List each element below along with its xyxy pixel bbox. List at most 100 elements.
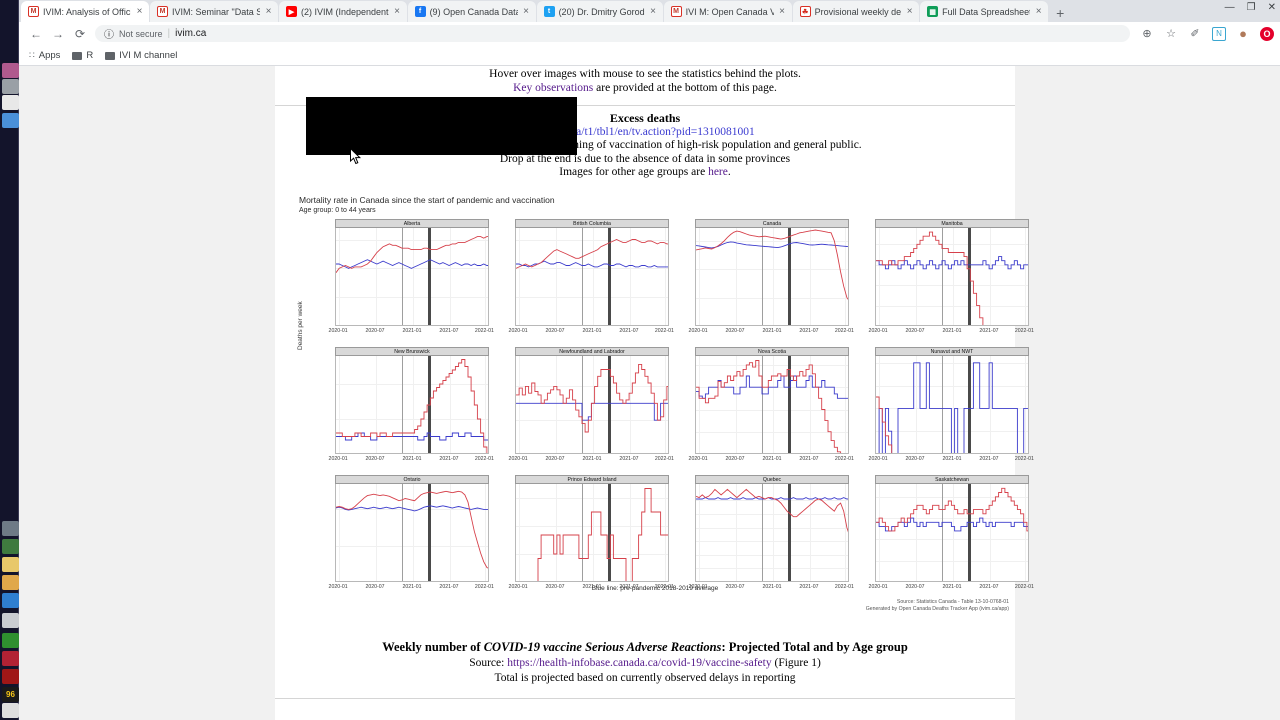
tab-close-icon[interactable]: × xyxy=(135,6,144,17)
facet-plot-area: 0204060 xyxy=(515,228,669,326)
dock-icon-camera-app[interactable] xyxy=(2,593,19,608)
mouse-cursor xyxy=(350,148,362,165)
tab-close-icon[interactable]: × xyxy=(264,6,273,17)
bottom-source-pre: Source: xyxy=(469,656,508,669)
here-link[interactable]: here xyxy=(708,166,728,178)
facet-panel-new-brunswick[interactable]: New Brunswick01020 2020-01 2020-07 2021-01 2… xyxy=(313,347,494,475)
dock-icon-windows-app[interactable] xyxy=(2,613,19,628)
opera-menu-icon[interactable]: O xyxy=(1260,26,1274,41)
x-tick-label: 2021-01 xyxy=(402,456,422,462)
facet-panel-british-columbia[interactable]: British Columbia0204060 2020-01 2020-07 202… xyxy=(493,219,674,347)
facet-panel-title: Nunavut and NWT xyxy=(875,347,1029,356)
forward-button[interactable]: → xyxy=(47,23,69,45)
desktop-dock[interactable]: 96 xyxy=(0,0,19,720)
tab-favicon-icon: ▦ xyxy=(927,6,939,17)
facet-panel-nunavut-and-nwt[interactable]: Nunavut and NWT0.00.51.01.52.0 2020-01 202… xyxy=(853,347,1034,475)
dock-icon-folder-app[interactable] xyxy=(2,575,19,590)
dock-icon-counter-96[interactable]: 96 xyxy=(2,687,19,702)
browser-tab-5[interactable]: M IVI M: Open Canada Vi × xyxy=(663,1,792,22)
minimize-button[interactable]: — xyxy=(1225,2,1235,13)
browser-tab-4[interactable]: t (20) Dr. Dmitry Gorod × xyxy=(536,1,663,22)
dock-icon-terminal-app[interactable] xyxy=(2,633,19,648)
health-infobase-link[interactable]: https://health-infobase.canada.ca/covid-… xyxy=(507,657,771,669)
facet-panel-saskatchewan[interactable]: Saskatchewan051015202020-012020-072021-0… xyxy=(853,475,1034,603)
dock-icon-video-call[interactable] xyxy=(2,113,19,128)
bookmarks-bar[interactable]: ∷ Apps R IVI M channel xyxy=(19,46,1280,66)
bookmark-folder-r[interactable]: R xyxy=(72,50,93,61)
redaction-overlay xyxy=(306,97,577,155)
address-bar[interactable]: ⓘ Not secure | ivim.ca xyxy=(95,25,1130,42)
facet-panel-nova-scotia[interactable]: Nova Scotia02468 2020-01 2020-07 2021-01 202… xyxy=(673,347,854,475)
facet-panel-title: Quebec xyxy=(695,475,849,484)
series-lines xyxy=(516,363,668,433)
facet-panel-alberta[interactable]: Alberta0204060 2020-01 2020-07 2021-01 2021-… xyxy=(313,219,494,347)
browser-tab-7[interactable]: ▦ Full Data Spreadsheet × xyxy=(920,1,1049,22)
figure-source: Source: Statistics Canada - Table 13-10-… xyxy=(866,599,1009,613)
facet-plot-area: 050100 xyxy=(335,484,489,582)
series-lines xyxy=(876,487,1028,532)
bottom-title-emphasis: COVID-19 vaccine Serious Adverse Reactio… xyxy=(483,640,722,654)
maximize-button[interactable]: ❐ xyxy=(1247,2,1256,13)
facet-panel-title: New Brunswick xyxy=(335,347,489,356)
key-observations-link[interactable]: Key observations xyxy=(513,82,593,94)
bottom-section-title: Weekly number of COVID-19 vaccine Seriou… xyxy=(275,640,1015,655)
other-age-groups-note: Images for other age groups are here. xyxy=(275,166,1015,180)
tab-close-icon[interactable]: × xyxy=(905,6,914,17)
dock-icon-chart-app[interactable] xyxy=(2,539,19,554)
tab-close-icon[interactable]: × xyxy=(522,6,531,17)
facet-panel-prince-edward-island[interactable]: Prince Edward Island0.00.51.01.52020-012… xyxy=(493,475,674,603)
x-tick-label: 2021-07 xyxy=(799,328,819,334)
series-lines xyxy=(876,362,1028,453)
facet-panel-manitoba[interactable]: Manitoba05101520 2020-01 2020-07 2021-01 202… xyxy=(853,219,1034,347)
tab-close-icon[interactable]: × xyxy=(778,6,787,17)
x-tick-label: 2020-07 xyxy=(365,456,385,462)
tab-close-icon[interactable]: × xyxy=(393,6,402,17)
tab-title: (2) IVIM (Independent xyxy=(301,6,389,17)
figure-subtitle: Age group: 0 to 44 years xyxy=(299,207,376,214)
notion-extension-icon[interactable]: N xyxy=(1212,26,1226,41)
facet-panel-canada[interactable]: Canada0100200300 2020-01 2020-07 2021-01 202… xyxy=(673,219,854,347)
back-button[interactable]: ← xyxy=(25,23,47,45)
profile-avatar[interactable]: ● xyxy=(1236,26,1250,41)
dock-icon-record-app[interactable] xyxy=(2,669,19,684)
extension-icon[interactable]: ✐ xyxy=(1188,27,1202,41)
bookmark-star-icon[interactable]: ☆ xyxy=(1164,27,1178,41)
reload-button[interactable]: ⟳ xyxy=(69,23,91,45)
x-tick-label: 2020-07 xyxy=(545,456,565,462)
tab-favicon-icon: M xyxy=(157,6,168,17)
dock-icon-audio-mixer[interactable] xyxy=(2,521,19,536)
dock-icon-app-gray[interactable] xyxy=(2,79,19,94)
series-lines xyxy=(336,236,488,273)
x-tick-label: 2020-01 xyxy=(508,456,528,462)
close-window-button[interactable]: ✕ xyxy=(1268,2,1276,13)
tab-close-icon[interactable]: × xyxy=(649,6,658,17)
apps-shortcut[interactable]: ∷ Apps xyxy=(29,50,60,61)
dock-icon-app-pink[interactable] xyxy=(2,63,19,78)
omnibox-divider: | xyxy=(167,28,171,39)
page-viewport[interactable]: Hover over images with mouse to see the … xyxy=(19,66,1280,720)
x-tick-label: 2022-01 xyxy=(834,328,854,334)
facet-panel-ontario[interactable]: Ontario0501002020-012020-072021-012021-0… xyxy=(313,475,494,603)
browser-tab-6[interactable]: ☘ Provisional weekly de × xyxy=(792,1,920,22)
new-tab-button[interactable]: + xyxy=(1049,4,1071,22)
bookmark-label: IVI M channel xyxy=(119,50,178,61)
security-info-icon[interactable]: ⓘ xyxy=(104,26,114,41)
dock-icon-flag-us[interactable] xyxy=(2,651,19,666)
tab-strip[interactable]: M IVIM: Analysis of Offici × M IVIM: Seminar… xyxy=(19,0,1280,22)
x-tick-label: 2021-01 xyxy=(942,456,962,462)
facet-panel-newfoundland-and-labrador[interactable]: Newfoundland and Labrador024 2020-01 2020-… xyxy=(493,347,674,475)
zoom-icon[interactable]: ⊕ xyxy=(1140,27,1154,41)
browser-tab-2[interactable]: ▶ (2) IVIM (Independent × xyxy=(279,1,407,22)
x-tick-label: 2021-07 xyxy=(979,456,999,462)
bookmark-folder-ivim-channel[interactable]: IVI M channel xyxy=(105,50,177,61)
browser-tab-1[interactable]: M IVIM: Seminar "Data S × xyxy=(150,1,278,22)
tab-close-icon[interactable]: × xyxy=(1034,6,1043,17)
toolbar-icons: ⊕ ☆ ✐ N ● O xyxy=(1134,26,1274,41)
dock-icon-chrome[interactable] xyxy=(2,95,19,110)
browser-tab-3[interactable]: f (9) Open Canada Data × xyxy=(407,1,536,22)
mortality-figure[interactable]: Mortality rate in Canada since the start… xyxy=(297,195,1034,625)
dock-icon-notes-app[interactable] xyxy=(2,557,19,572)
facet-panel-quebec[interactable]: Quebec01020304050602020-012020-072021-01… xyxy=(673,475,854,603)
browser-tab-0[interactable]: M IVIM: Analysis of Offici × xyxy=(21,1,149,22)
dock-icon-clock-app[interactable] xyxy=(2,703,19,718)
